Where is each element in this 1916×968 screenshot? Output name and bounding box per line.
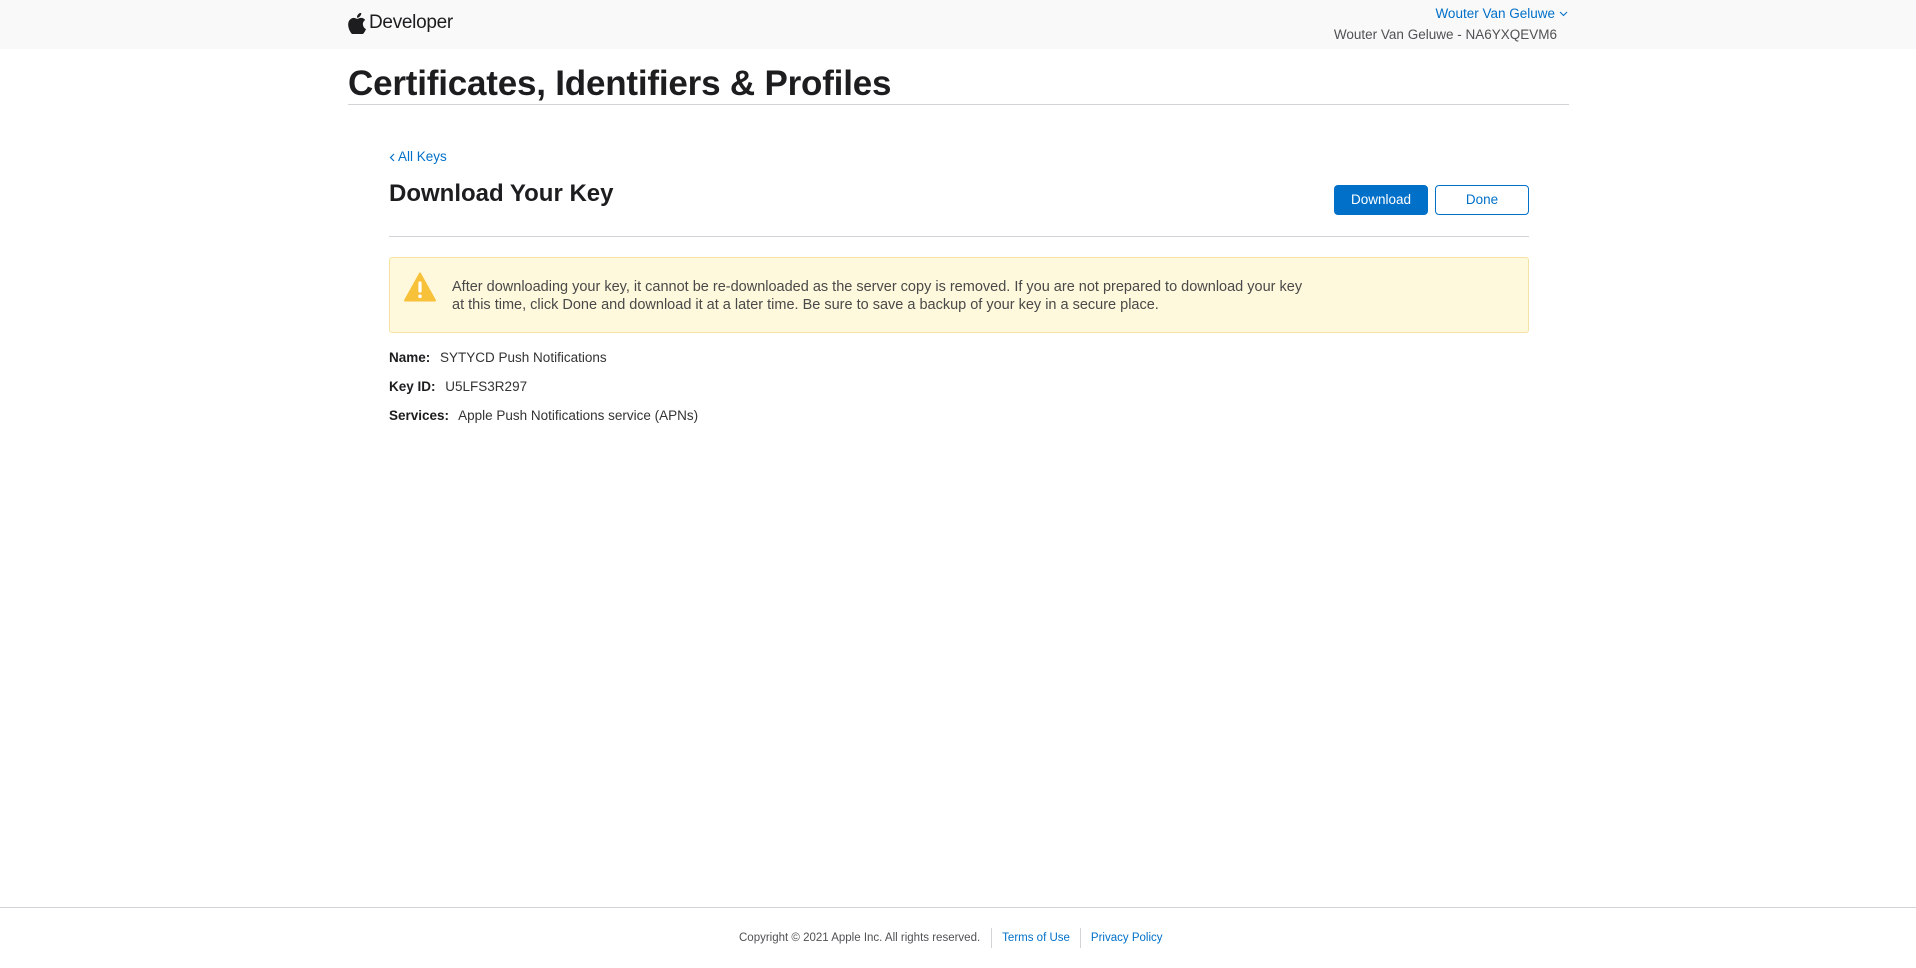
developer-brand[interactable]: Developer bbox=[348, 11, 453, 35]
section-header: Download Your Key Download Done bbox=[389, 177, 1529, 237]
chevron-down-icon bbox=[1559, 11, 1568, 17]
account-dropdown[interactable]: Wouter Van Geluwe bbox=[1435, 6, 1568, 22]
warning-alert: After downloading your key, it cannot be… bbox=[389, 256, 1529, 333]
main-content: All Keys Download Your Key Download Done… bbox=[389, 148, 1529, 436]
download-button[interactable]: Download bbox=[1334, 184, 1428, 215]
done-button[interactable]: Done bbox=[1435, 184, 1529, 215]
detail-key-id: Key ID: U5LFS3R297 bbox=[389, 378, 1529, 407]
alert-message: After downloading your key, it cannot be… bbox=[452, 278, 1303, 313]
key-details: Name: SYTYCD Push Notifications Key ID: … bbox=[389, 349, 1529, 436]
all-keys-label: All Keys bbox=[398, 149, 447, 164]
page-footer: Copyright © 2021 Apple Inc. All rights r… bbox=[0, 907, 1916, 968]
page-title: Certificates, Identifiers & Profiles bbox=[348, 64, 892, 103]
footer-links: Copyright © 2021 Apple Inc. All rights r… bbox=[739, 928, 1173, 948]
apple-logo-icon bbox=[348, 12, 366, 34]
detail-value: SYTYCD Push Notifications bbox=[440, 349, 607, 365]
detail-label: Name: bbox=[389, 349, 431, 365]
section-title: Download Your Key bbox=[389, 179, 614, 207]
detail-value: Apple Push Notifications service (APNs) bbox=[458, 407, 699, 423]
privacy-policy-link[interactable]: Privacy Policy bbox=[1079, 928, 1173, 948]
top-nav-bar: Developer Wouter Van Geluwe Wouter Van G… bbox=[0, 0, 1916, 49]
team-label: Wouter Van Geluwe - NA6YXQEVM6 bbox=[1333, 27, 1557, 42]
chevron-left-icon bbox=[389, 153, 395, 161]
account-menu: Wouter Van Geluwe Wouter Van Geluwe - NA… bbox=[1334, 5, 1568, 43]
detail-name: Name: SYTYCD Push Notifications bbox=[389, 349, 1529, 378]
terms-of-use-link[interactable]: Terms of Use bbox=[991, 928, 1080, 948]
account-name: Wouter Van Geluwe bbox=[1435, 6, 1555, 21]
all-keys-link[interactable]: All Keys bbox=[389, 148, 447, 166]
title-divider bbox=[348, 104, 1569, 105]
copyright-text: Copyright © 2021 Apple Inc. All rights r… bbox=[739, 932, 981, 944]
detail-label: Services: bbox=[389, 407, 450, 423]
brand-label: Developer bbox=[369, 12, 453, 33]
detail-services: Services: Apple Push Notifications servi… bbox=[389, 407, 1529, 436]
detail-label: Key ID: bbox=[389, 378, 436, 394]
detail-value: U5LFS3R297 bbox=[445, 378, 528, 394]
warning-icon bbox=[404, 272, 436, 301]
